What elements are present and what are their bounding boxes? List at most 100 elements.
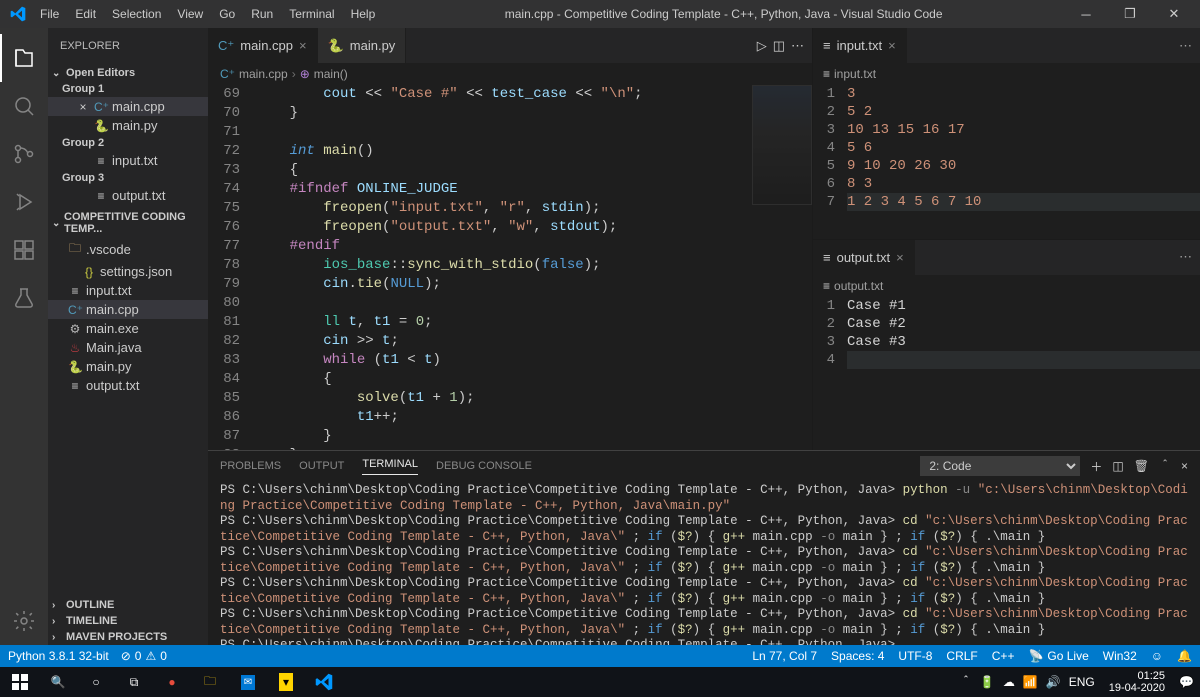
breadcrumbs-output[interactable]: ≡output.txt: [813, 275, 1200, 297]
open-editor-input-txt[interactable]: ≡input.txt: [48, 151, 208, 170]
file-explorer-icon[interactable]: 🗀: [194, 667, 226, 697]
minimap[interactable]: [752, 85, 812, 205]
terminal-shell-select[interactable]: 2: Code: [920, 456, 1080, 476]
input-editor[interactable]: 1234567 35 210 13 15 16 175 69 10 20 26 …: [813, 85, 1200, 239]
taskbar-search-icon[interactable]: 🔍: [42, 667, 74, 697]
open-editor-main-py[interactable]: 🐍main.py: [48, 116, 208, 135]
outline-header[interactable]: ›Outline: [48, 597, 208, 613]
system-tray[interactable]: ＾ 🔋 ☁ 📶 🔊 ENG 01:2519-04-2020 💬: [960, 670, 1196, 694]
kill-terminal-icon[interactable]: 🗑: [1134, 459, 1149, 473]
tab-output-txt[interactable]: ≡output.txt×: [813, 240, 915, 275]
wifi-icon[interactable]: 📶: [1023, 675, 1038, 689]
menu-terminal[interactable]: Terminal: [281, 7, 342, 21]
status-language[interactable]: C++: [992, 649, 1015, 663]
status-win32[interactable]: Win32: [1103, 649, 1137, 663]
tab-problems[interactable]: PROBLEMS: [220, 460, 281, 472]
close-panel-icon[interactable]: ×: [1181, 459, 1188, 473]
run-icon[interactable]: ▷: [757, 38, 767, 54]
tab-terminal[interactable]: TERMINAL: [362, 458, 418, 475]
maven-header[interactable]: ›Maven Projects: [48, 629, 208, 645]
menu-view[interactable]: View: [169, 7, 211, 21]
output-editor[interactable]: 1234 Case #1Case #2Case #3: [813, 297, 1200, 451]
sticky-notes-icon[interactable]: ▾: [270, 667, 302, 697]
menu-run[interactable]: Run: [243, 7, 281, 21]
tree-input-txt[interactable]: ≡input.txt: [48, 281, 208, 300]
close-icon[interactable]: ×: [888, 38, 896, 53]
tab-output[interactable]: OUTPUT: [299, 460, 344, 472]
task-view-icon[interactable]: ⧉: [118, 667, 150, 697]
breadcrumbs-input[interactable]: ≡input.txt: [813, 63, 1200, 85]
mail-icon[interactable]: ✉: [232, 667, 264, 697]
timeline-header[interactable]: ›Timeline: [48, 613, 208, 629]
right-editor-group: ≡input.txt× ⋯ ≡input.txt 1234567 35 210 …: [812, 28, 1200, 450]
menu-edit[interactable]: Edit: [67, 7, 104, 21]
tray-chevron-icon[interactable]: ＾: [960, 674, 972, 691]
split-terminal-icon[interactable]: ◫: [1112, 459, 1123, 473]
cortana-icon[interactable]: ○: [80, 667, 112, 697]
status-encoding[interactable]: UTF-8: [898, 649, 932, 663]
open-editors-header[interactable]: ⌄Open Editors: [48, 65, 208, 81]
window-maximize-button[interactable]: ❐: [1108, 0, 1152, 28]
status-feedback-icon[interactable]: ☺: [1151, 649, 1163, 663]
python-file-icon: 🐍: [68, 360, 82, 374]
settings-gear-icon[interactable]: [0, 597, 48, 645]
status-eol[interactable]: CRLF: [946, 649, 977, 663]
menu-go[interactable]: Go: [211, 7, 243, 21]
start-button[interactable]: [4, 667, 36, 697]
code-content[interactable]: cout << "Case #" << test_case << "\n"; }…: [256, 85, 812, 450]
status-problems[interactable]: ⊘ 0 ⚠ 0: [121, 649, 167, 663]
status-golive[interactable]: 📡 Go Live: [1028, 649, 1088, 663]
open-editor-output-txt[interactable]: ≡output.txt: [48, 186, 208, 205]
battery-icon[interactable]: 🔋: [980, 675, 995, 689]
tab-main-py[interactable]: 🐍main.py: [318, 28, 407, 63]
more-icon[interactable]: ⋯: [1179, 249, 1192, 265]
onedrive-icon[interactable]: ☁: [1003, 675, 1015, 689]
breadcrumbs[interactable]: C⁺ main.cpp › ⊕ main(): [208, 63, 812, 85]
close-icon[interactable]: ×: [76, 100, 90, 114]
tab-main-cpp[interactable]: C⁺main.cpp×: [208, 28, 318, 63]
tab-input-txt[interactable]: ≡input.txt×: [813, 28, 907, 63]
window-minimize-button[interactable]: ─: [1064, 0, 1108, 28]
tab-debug-console[interactable]: DEBUG CONSOLE: [436, 460, 532, 472]
tree-main-cpp[interactable]: C⁺main.cpp: [48, 300, 208, 319]
status-bell-icon[interactable]: 🔔: [1177, 649, 1192, 663]
action-center-icon[interactable]: 💬: [1179, 675, 1194, 689]
cpp-file-icon: C⁺: [94, 100, 108, 114]
menu-file[interactable]: File: [32, 7, 67, 21]
close-icon[interactable]: ×: [896, 250, 904, 265]
tree-output-txt[interactable]: ≡output.txt: [48, 376, 208, 395]
line-number-gutter: 6970717273747576777879808182838485868788: [208, 85, 256, 450]
vscode-taskbar-icon[interactable]: [308, 667, 340, 697]
status-cursor[interactable]: Ln 77, Col 7: [752, 649, 817, 663]
code-editor[interactable]: 6970717273747576777879808182838485868788…: [208, 85, 812, 450]
tree-main-exe[interactable]: ⚙main.exe: [48, 319, 208, 338]
debug-icon[interactable]: [0, 178, 48, 226]
tree-vscode-folder[interactable]: 🗀.vscode: [48, 237, 208, 262]
status-python[interactable]: Python 3.8.1 32-bit: [8, 649, 109, 663]
close-icon[interactable]: ×: [299, 38, 307, 53]
menu-help[interactable]: Help: [343, 7, 384, 21]
tree-main-java[interactable]: ♨Main.java: [48, 338, 208, 357]
more-icon[interactable]: ⋯: [791, 38, 804, 54]
maximize-panel-icon[interactable]: ＾: [1159, 458, 1171, 475]
terminal-content[interactable]: PS C:\Users\chinm\Desktop\Coding Practic…: [208, 481, 1200, 645]
project-header[interactable]: ⌄Competitive Coding Temp...: [48, 209, 208, 237]
source-control-icon[interactable]: [0, 130, 48, 178]
extensions-icon[interactable]: [0, 226, 48, 274]
testing-icon[interactable]: [0, 274, 48, 322]
search-icon[interactable]: [0, 82, 48, 130]
taskbar-clock[interactable]: 01:2519-04-2020: [1103, 670, 1171, 694]
menu-selection[interactable]: Selection: [104, 7, 169, 21]
explorer-icon[interactable]: [0, 34, 48, 82]
tree-main-py[interactable]: 🐍main.py: [48, 357, 208, 376]
open-editor-main-cpp[interactable]: ×C⁺main.cpp: [48, 97, 208, 116]
new-terminal-icon[interactable]: ＋: [1090, 458, 1102, 475]
tree-settings-json[interactable]: {}settings.json: [48, 262, 208, 281]
status-spaces[interactable]: Spaces: 4: [831, 649, 884, 663]
chrome-icon[interactable]: ●: [156, 667, 188, 697]
split-editor-icon[interactable]: ◫: [773, 38, 785, 54]
volume-icon[interactable]: 🔊: [1046, 675, 1061, 689]
more-icon[interactable]: ⋯: [1179, 38, 1192, 54]
window-close-button[interactable]: ✕: [1152, 0, 1196, 28]
keyboard-lang[interactable]: ENG: [1069, 675, 1095, 689]
